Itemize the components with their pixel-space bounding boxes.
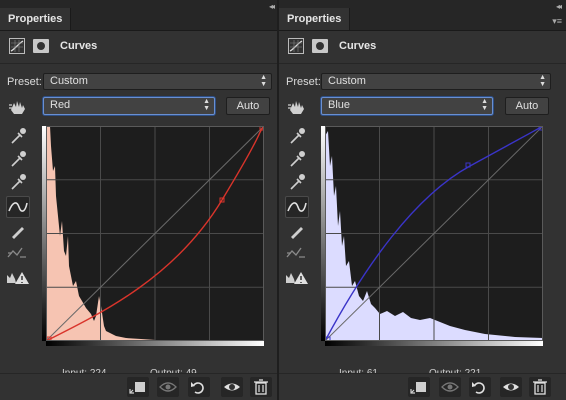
clip-to-layer-icon[interactable] [127,377,149,397]
preset-label: Preset: [7,76,42,88]
eyedropper-white-icon[interactable] [8,172,28,192]
eye-icon[interactable] [221,377,243,397]
eyedropper-white-icon[interactable] [287,172,307,192]
clip-to-layer-icon[interactable] [408,377,430,397]
smooth-icon[interactable] [285,243,307,263]
channel-value: Blue [328,99,351,111]
bottom-toolbar [0,373,277,400]
divider [279,63,566,64]
input-gradient-strip [46,341,264,346]
tab-bar: Properties ◂◂ [0,0,277,31]
curves-graph[interactable] [324,125,544,342]
tab-properties[interactable]: Properties [0,8,72,30]
trash-icon[interactable] [529,377,551,397]
updown-arrow-icon: ▲ ▼ [203,98,210,112]
curves-graph-svg[interactable] [324,125,544,342]
curve-points-icon[interactable] [285,196,309,218]
trash-icon[interactable] [250,377,272,397]
curves-adjustment-icon[interactable] [9,38,25,54]
reset-icon[interactable] [188,377,210,397]
adjustment-title: Curves [60,40,98,52]
hand-target-icon[interactable] [287,97,307,117]
preset-value: Custom [50,75,88,87]
panel-header: Curves [0,32,277,62]
preset-select[interactable]: Custom ▲ ▼ [321,73,551,90]
eyedropper-black-icon[interactable] [8,126,28,146]
hand-target-icon[interactable] [8,97,28,117]
input-gradient-strip [325,341,543,346]
toggle-visibility-preview-icon[interactable] [439,377,461,397]
auto-button[interactable]: Auto [505,97,549,115]
layer-mask-icon[interactable] [312,39,328,53]
preset-label: Preset: [286,76,321,88]
reset-icon[interactable] [469,377,491,397]
properties-panel-blue: Properties ◂◂ ▾≡ Curves Preset: Custom ▲… [279,0,566,400]
updown-arrow-icon: ▲ ▼ [539,74,546,88]
adjustment-title: Curves [339,40,377,52]
smooth-icon[interactable] [6,243,28,263]
channel-select[interactable]: Red ▲ ▼ [43,97,215,115]
auto-button[interactable]: Auto [226,97,270,115]
preset-select[interactable]: Custom ▲ ▼ [43,73,272,90]
bottom-toolbar [279,373,566,400]
curves-graph-svg[interactable] [45,125,265,342]
eyedropper-gray-icon[interactable] [287,149,307,169]
curve-points-icon[interactable] [6,196,30,218]
curves-graph[interactable] [45,125,265,342]
tab-bar: Properties ◂◂ ▾≡ [279,0,566,31]
channel-value: Red [50,99,71,111]
tab-properties[interactable]: Properties [279,8,351,30]
eye-icon[interactable] [500,377,522,397]
pencil-icon[interactable] [8,221,28,241]
toggle-visibility-preview-icon[interactable] [157,377,179,397]
eyedropper-gray-icon[interactable] [8,149,28,169]
panel-header: Curves [279,32,566,62]
collapse-icon[interactable]: ◂◂ [556,2,562,11]
curves-adjustment-icon[interactable] [288,38,304,54]
collapse-icon[interactable]: ◂◂ [269,2,275,11]
clipping-warning-icon[interactable] [6,268,30,288]
divider [0,63,277,64]
properties-panel-red: Properties ◂◂ Curves Preset: Custom ▲ ▼ R… [0,0,277,400]
channel-select[interactable]: Blue ▲ ▼ [321,97,493,115]
clipping-warning-icon[interactable] [285,268,309,288]
panel-menu-icon[interactable]: ▾≡ [552,16,562,27]
eyedropper-black-icon[interactable] [287,126,307,146]
layer-mask-icon[interactable] [33,39,49,53]
preset-value: Custom [328,75,366,87]
pencil-icon[interactable] [287,221,307,241]
updown-arrow-icon: ▲ ▼ [260,74,267,88]
updown-arrow-icon: ▲ ▼ [481,98,488,112]
